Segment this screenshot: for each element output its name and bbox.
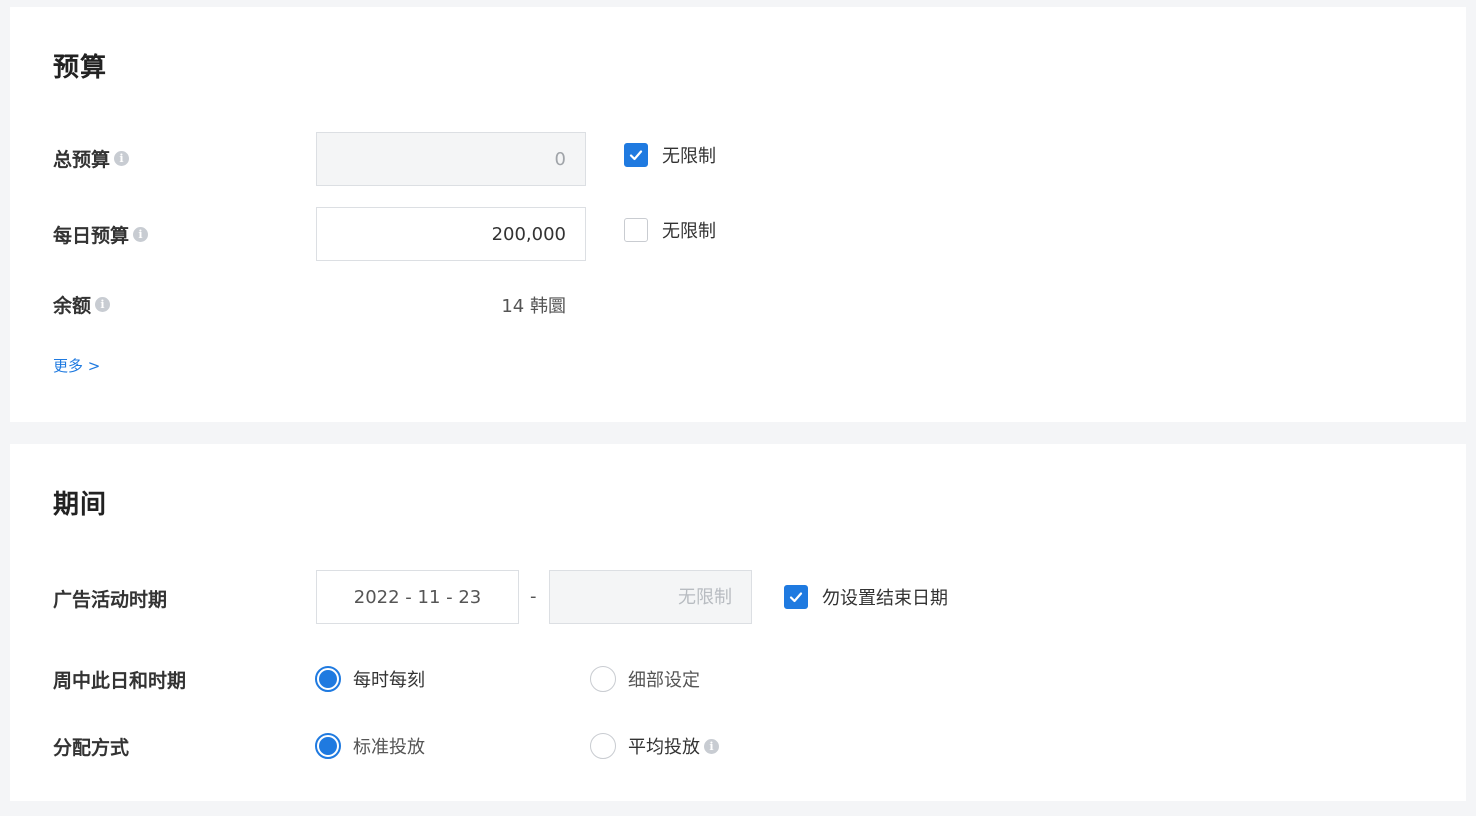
checkmark-icon [789,592,803,603]
checkbox-checked[interactable] [784,585,808,609]
info-icon[interactable]: i [95,296,111,312]
daily-budget-unlimited-checkbox[interactable]: 无限制 [624,215,716,245]
balance-label: 余额 i [53,289,111,319]
radio-unselected[interactable] [590,666,616,692]
daily-budget-label: 每日预算 i [53,219,149,249]
total-budget-input[interactable] [316,132,586,186]
campaign-period-label: 广告活动时期 [53,588,168,611]
period-card: 期间 广告活动时期 - 勿设置结束日期 周中此日和时期 每时每刻 细部设定 分配… [10,444,1466,801]
radio-detailed[interactable]: 细部设定 [590,664,700,694]
info-icon[interactable]: i [704,738,719,754]
weekday-time-label: 周中此日和时期 [53,669,187,692]
no-end-date-checkbox[interactable]: 勿设置结束日期 [784,582,948,612]
daily-budget-input[interactable] [316,207,586,261]
radio-detailed-label: 细部设定 [628,670,700,691]
radio-standard-delivery[interactable]: 标准投放 [315,731,425,761]
more-link[interactable]: 更多 > [53,355,100,376]
balance-label-text: 余额 [53,294,92,317]
no-end-date-label: 勿设置结束日期 [822,588,948,609]
info-icon[interactable]: i [114,150,130,166]
daily-budget-label-text: 每日预算 [53,224,130,247]
budget-section-title: 预算 [53,53,108,83]
radio-always[interactable]: 每时每刻 [315,664,425,694]
checkbox-checked[interactable] [624,143,648,167]
total-budget-unlimited-checkbox[interactable]: 无限制 [624,140,716,170]
total-budget-label: 总预算 i [53,143,130,173]
delivery-method-label: 分配方式 [53,736,130,759]
date-separator: - [530,586,537,607]
radio-always-label: 每时每刻 [353,670,425,691]
radio-standard-delivery-label: 标准投放 [353,737,425,758]
info-icon[interactable]: i [133,226,149,242]
radio-even-delivery[interactable]: 平均投放 i [590,731,719,761]
budget-card: 预算 总预算 i 无限制 每日预算 i 无限制 余额 i 14 韩圜 更多 > [10,7,1466,422]
balance-value: 14 韩圜 [501,296,566,317]
radio-unselected[interactable] [590,733,616,759]
period-section-title: 期间 [53,490,108,520]
checkmark-icon [629,150,643,161]
end-date-input[interactable] [549,570,752,624]
radio-selected[interactable] [315,733,341,759]
total-budget-unlimited-label: 无限制 [662,146,716,167]
checkbox-unchecked[interactable] [624,218,648,242]
start-date-input[interactable] [316,570,519,624]
radio-even-delivery-label: 平均投放 [628,737,700,758]
daily-budget-unlimited-label: 无限制 [662,221,716,242]
radio-selected[interactable] [315,666,341,692]
total-budget-label-text: 总预算 [53,148,111,171]
